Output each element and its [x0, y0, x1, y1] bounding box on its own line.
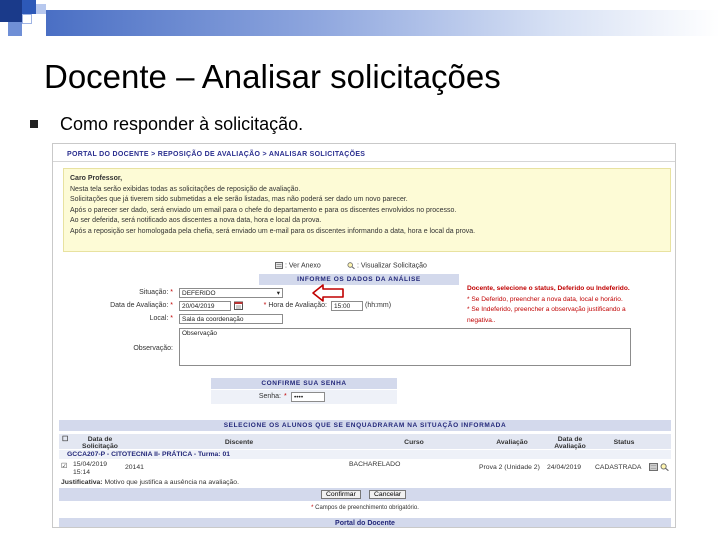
- instructions-box: Caro Professor, Nesta tela serão exibida…: [63, 168, 671, 252]
- hora-avaliacao-label: * Hora de Avaliação:: [263, 302, 327, 309]
- row-status: CADASTRADA: [595, 464, 642, 471]
- local-label: Local: *: [149, 315, 173, 322]
- col-discente: Discente: [224, 439, 254, 446]
- hint-line: Docente, selecione o status, Deferido ou…: [467, 285, 630, 292]
- table-row: ☑ 15/04/2019 15:14 20141 BACHARELADO Prov…: [59, 460, 671, 478]
- situacao-label: Situação: *: [139, 289, 173, 296]
- decor-square: [22, 14, 32, 24]
- col-curso: Curso: [404, 439, 424, 446]
- breadcrumb: PORTAL DO DOCENTE > REPOSIÇÃO DE AVALIAÇ…: [53, 148, 675, 162]
- password-section-title: CONFIRME SUA SENHA: [211, 378, 397, 389]
- justificativa-row: Justificativa: Motivo que justifica a au…: [59, 479, 671, 488]
- chevron-down-icon: ▾: [276, 290, 280, 297]
- justificativa-label: Justificativa:: [61, 479, 103, 486]
- slide-bullet-text: Como responder à solicitação.: [60, 114, 304, 134]
- system-screenshot: PORTAL DO DOCENTE > REPOSIÇÃO DE AVALIAÇ…: [52, 143, 676, 528]
- password-required-mark: *: [284, 393, 287, 400]
- hint-line: * Se Indeferido, preencher a observação …: [467, 306, 626, 313]
- bullet-square-icon: [30, 120, 38, 128]
- select-all-checkbox[interactable]: ☐: [61, 436, 69, 443]
- notice-line: Caro Professor,: [70, 175, 123, 182]
- situacao-select[interactable]: DEFERIDO ▾: [179, 288, 283, 298]
- legend-visualizar: : Visualizar Solicitação: [347, 262, 427, 269]
- data-avaliacao-label: Data de Avaliação: *: [110, 302, 173, 309]
- password-input[interactable]: ••••: [291, 392, 325, 402]
- col-data-solicitacao: Data de Solicitação: [82, 436, 118, 450]
- row-curso: BACHARELADO: [349, 461, 401, 468]
- decor-square: [0, 0, 22, 22]
- row-checkbox[interactable]: ☑: [61, 463, 67, 471]
- arrow-left-icon: [312, 284, 344, 302]
- col-status: Status: [613, 439, 635, 446]
- observacao-label: Observação:: [133, 345, 173, 352]
- calendar-icon[interactable]: [234, 301, 243, 310]
- magnifier-icon[interactable]: [660, 463, 669, 471]
- hint-line: * Se Deferido, preencher a nova data, lo…: [467, 295, 623, 303]
- notice-line: Após a reposição ser homologada pela che…: [70, 227, 476, 235]
- data-avaliacao-input[interactable]: 20/04/2019: [179, 301, 231, 311]
- local-input[interactable]: Sala da coordenação: [179, 314, 283, 324]
- row-avaliacao: Prova 2 (Unidade 2): [479, 464, 540, 471]
- cancel-button[interactable]: Cancelar: [369, 490, 407, 499]
- decor-square: [36, 4, 46, 14]
- students-table-header: ☐ Data de Solicitação Discente Curso Ava…: [59, 434, 671, 450]
- hint-line: negativa..: [467, 316, 496, 324]
- decor-square: [8, 22, 22, 36]
- students-section-title: SELECIONE OS ALUNOS QUE SE ENQUADRARAM N…: [59, 420, 671, 431]
- password-label: Senha:: [258, 393, 281, 400]
- hora-format-hint: (hh:mm): [365, 302, 392, 309]
- attachment-icon[interactable]: [649, 463, 658, 471]
- magnifier-icon: [347, 262, 355, 269]
- attachment-icon: [275, 262, 283, 269]
- footer-portal-link[interactable]: Portal do Docente: [59, 518, 671, 527]
- notice-line: Ao ser deferida, será notificado aos dis…: [70, 217, 322, 224]
- legend-ver-anexo: : Ver Anexo: [275, 262, 321, 269]
- observacao-textarea[interactable]: Observação: [179, 328, 631, 366]
- notice-line: Solicitações que já tiverem sido submeti…: [70, 196, 408, 203]
- required-fields-note: * Campos de preenchimento obrigatório.: [311, 505, 419, 511]
- confirm-button[interactable]: Confirmar: [321, 490, 361, 499]
- decor-square: [22, 0, 36, 14]
- analysis-section-title: INFORME OS DADOS DA ANÁLISE: [259, 274, 459, 285]
- button-bar: Confirmar Cancelar: [59, 488, 671, 501]
- col-avaliacao: Avaliação: [496, 439, 528, 446]
- row-data-avaliacao: 24/04/2019: [547, 464, 582, 471]
- legend-toolbar: : Ver Anexo : Visualizar Solicitação: [53, 262, 675, 272]
- notice-line: Nesta tela serão exibidas todas as solic…: [70, 185, 301, 193]
- justificativa-text: Motivo que justifica a ausência na avali…: [104, 479, 239, 486]
- slide-title: Docente – Analisar solicitações: [44, 58, 501, 95]
- decor-gradient-bar: [46, 10, 720, 36]
- class-group-row: GCCA207-P - CITOTECNIA II- PRÁTICA - Tur…: [59, 450, 671, 459]
- instruction-hint: Docente, selecione o status, Deferido ou…: [467, 284, 675, 326]
- col-data-avaliacao: Data de Avaliação: [554, 436, 586, 450]
- row-discente: 20141: [125, 464, 144, 471]
- notice-line: Após o parecer ser dado, será enviado um…: [70, 206, 457, 214]
